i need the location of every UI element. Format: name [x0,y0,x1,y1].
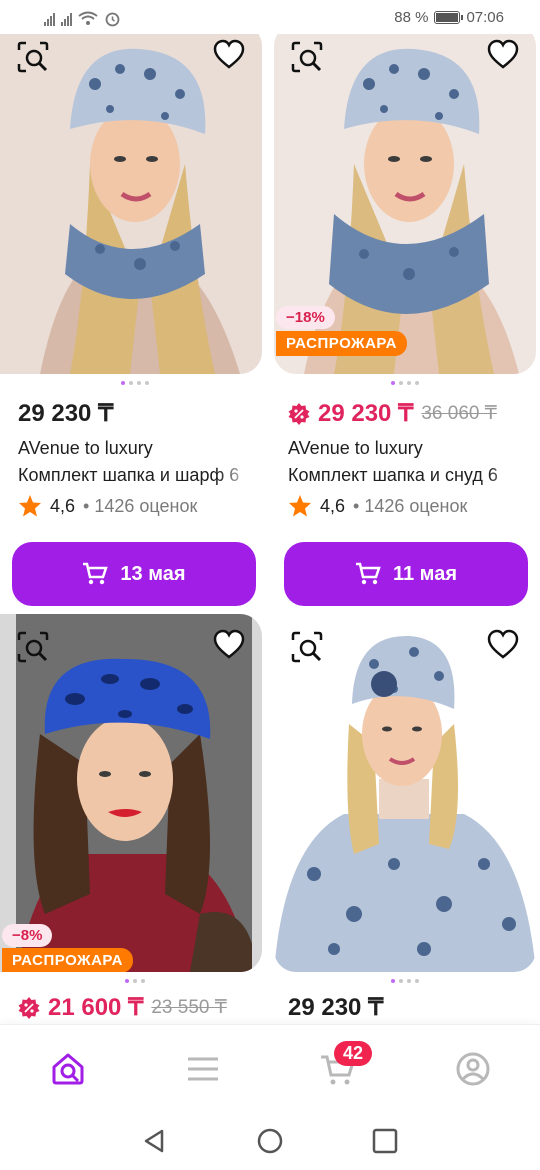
recents-icon[interactable] [370,1126,400,1156]
status-icons-right: 88 % 07:06 [394,9,504,26]
product-title[interactable]: Комплект шапка и снуд 6 [288,465,523,486]
price-row: 29 230 ₸ [18,399,270,428]
sale-badge: РАСПРОЖАРА [276,331,407,356]
cart-count-badge: 42 [334,1041,373,1066]
add-to-cart-button[interactable]: 11 мая [284,542,528,606]
photo-search-icon[interactable] [290,40,324,74]
image-pager-dots [0,979,270,985]
price: 21 600 ₸ [48,994,144,1021]
rating: 4,6 • 1426 оценок [288,494,540,518]
discount-badge: −8% [2,924,53,947]
product-photo [0,34,262,374]
home-search-icon[interactable] [48,1049,88,1089]
favorite-heart-icon[interactable] [212,38,246,72]
product-card[interactable]: −18% РАСПРОЖАРА 29 230 ₸ 36 060 ₸ AVenue… [270,34,540,606]
photo-search-icon[interactable] [290,630,324,664]
back-icon[interactable] [140,1126,170,1156]
discount-percent-icon [288,402,310,425]
product-card[interactable]: −8% РАСПРОЖАРА 21 600 ₸ 23 550 ₸ [0,614,270,1022]
product-image[interactable] [0,34,262,374]
price-row: 29 230 ₸ 36 060 ₸ [288,399,540,428]
product-title[interactable]: Комплект шапка и шарф 6 [18,465,253,486]
cart-icon [355,562,381,585]
product-feed[interactable]: 29 230 ₸ AVenue to luxury Комплект шапка… [0,34,540,1024]
status-bar: 88 % 07:06 [0,0,540,34]
rating-value: 4,6 [50,495,76,516]
product-card[interactable]: 29 230 ₸ [270,614,540,1022]
photo-search-icon[interactable] [16,40,50,74]
system-navigation-bar [0,1112,540,1170]
wifi-icon [78,11,98,25]
image-pager-dots [270,979,540,985]
profile-icon[interactable] [453,1049,493,1089]
rating-value: 4,6 [320,495,346,516]
old-price: 23 550 ₸ [151,997,227,1018]
price-row: 29 230 ₸ [288,993,540,1022]
bottom-navigation: 42 [0,1024,540,1112]
favorite-heart-icon[interactable] [212,628,246,662]
clock: 07:06 [466,9,504,26]
product-card[interactable]: 29 230 ₸ AVenue to luxury Комплект шапка… [0,34,270,606]
delivery-date: 13 мая [120,562,186,585]
favorite-heart-icon[interactable] [486,628,520,662]
delivery-date: 11 мая [392,562,458,585]
status-icons-left [44,10,121,27]
discount-percent-icon [18,996,40,1019]
add-to-cart-button[interactable]: 13 мая [12,542,256,606]
product-image[interactable]: −8% РАСПРОЖАРА [0,614,262,972]
price: 29 230 ₸ [288,994,384,1021]
brand-name: AVenue to luxury [18,438,153,458]
signal-icon [44,12,55,26]
favorite-heart-icon[interactable] [486,38,520,72]
product-photo [274,614,536,972]
reviews-count: • 1426 оценок [353,495,468,516]
rating: 4,6 • 1426 оценок [18,494,270,518]
star-icon [289,495,311,517]
alarm-icon [105,12,120,27]
signal-icon [61,12,72,26]
discount-badge: −18% [276,306,335,329]
battery-level [436,13,458,22]
image-pager-dots [0,381,270,387]
product-image[interactable]: −18% РАСПРОЖАРА [274,34,536,374]
product-photo [0,614,262,972]
sale-badge: РАСПРОЖАРА [2,948,133,972]
catalog-icon[interactable] [183,1049,223,1089]
image-pager-dots [270,381,540,387]
cart-icon [83,562,109,585]
price-row: 21 600 ₸ 23 550 ₸ [18,993,270,1022]
product-image[interactable] [274,614,536,972]
brand-name: AVenue to luxury [288,438,423,458]
battery-percent: 88 % [394,9,429,26]
star-icon [19,495,41,517]
reviews-count: • 1426 оценок [83,495,198,516]
home-circle-icon[interactable] [255,1126,285,1156]
price: 29 230 ₸ [18,400,114,427]
old-price: 36 060 ₸ [421,403,497,424]
photo-search-icon[interactable] [16,630,50,664]
battery-icon [434,11,464,24]
price: 29 230 ₸ [318,400,414,427]
